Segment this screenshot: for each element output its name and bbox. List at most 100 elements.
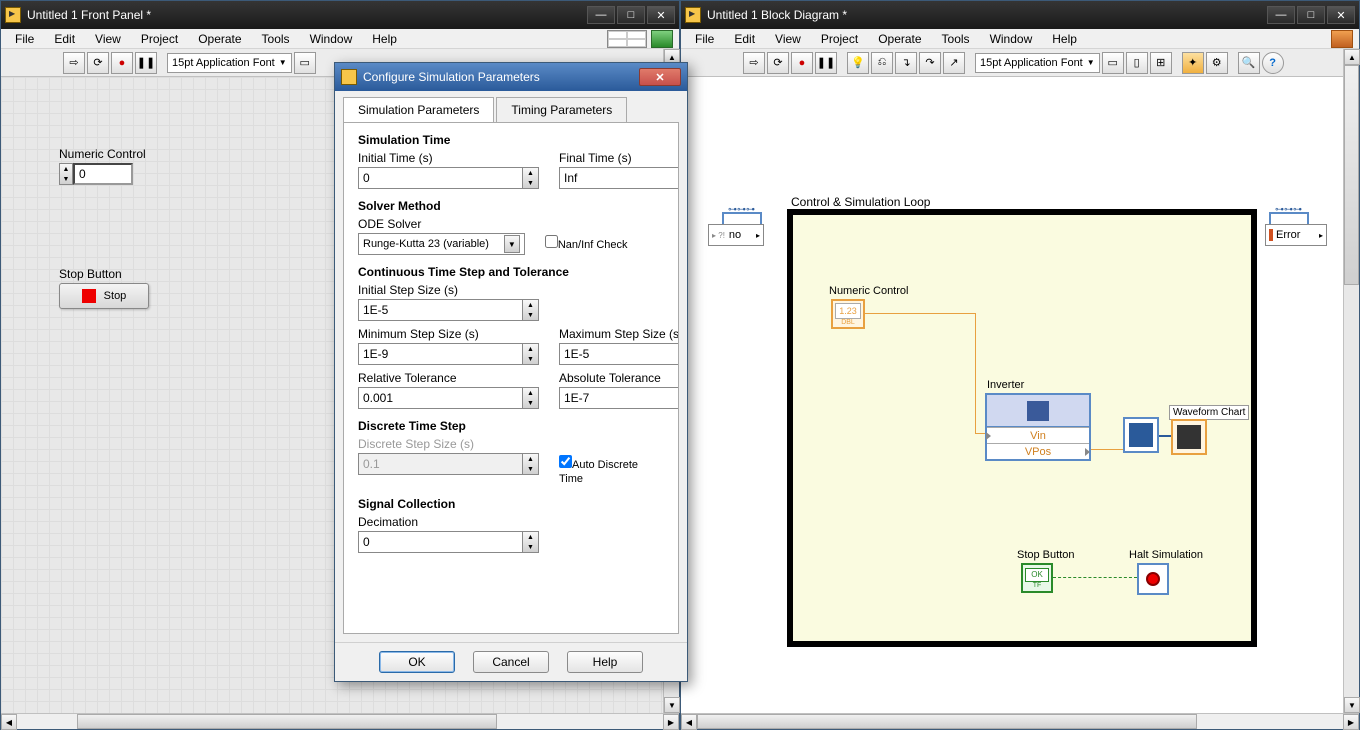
decimation-input[interactable] xyxy=(358,531,523,553)
grid-icon[interactable] xyxy=(607,30,647,48)
scroll-up-icon[interactable]: ▲ xyxy=(1344,49,1360,65)
ode-solver-select[interactable]: Runge-Kutta 23 (variable)▼ xyxy=(358,233,525,255)
scroll-left-icon[interactable]: ◀ xyxy=(1,714,17,730)
dialog-close-button[interactable]: ✕ xyxy=(639,68,681,86)
run-button[interactable]: ⇨ xyxy=(63,52,85,74)
stop-terminal[interactable]: OK TF xyxy=(1021,563,1053,593)
rel-tol-input[interactable] xyxy=(358,387,523,409)
minimize-button[interactable]: — xyxy=(1267,6,1295,24)
scroll-down-icon[interactable]: ▼ xyxy=(664,697,680,713)
font-selector[interactable]: 15pt Application Font▼ xyxy=(975,53,1100,73)
maximize-button[interactable]: □ xyxy=(1297,6,1325,24)
spinner[interactable]: ▲▼ xyxy=(523,343,539,365)
abort-button[interactable]: ● xyxy=(111,52,133,74)
inverter-vpos-port[interactable]: VPos xyxy=(987,443,1089,459)
loop-output-probe[interactable]: Error▸ xyxy=(1265,224,1327,246)
max-step-input[interactable] xyxy=(559,343,679,365)
step-out-button[interactable]: ↗ xyxy=(943,52,965,74)
menu-help[interactable]: Help xyxy=(1044,30,1085,48)
vi-icon[interactable] xyxy=(1331,30,1353,48)
step-into-button[interactable]: ↴ xyxy=(895,52,917,74)
simulation-loop[interactable]: Numeric Control 1.23 DBL Inverter Vin VP… xyxy=(787,209,1257,647)
step-over-button[interactable]: ↷ xyxy=(919,52,941,74)
loop-input-probe[interactable]: ▸ ?!no▸ xyxy=(708,224,764,246)
font-selector[interactable]: 15pt Application Font▼ xyxy=(167,53,292,73)
spinner[interactable]: ▲▼ xyxy=(523,167,539,189)
initial-time-input[interactable] xyxy=(358,167,523,189)
h-scrollbar[interactable]: ◀▶ xyxy=(681,713,1359,729)
vi-icon[interactable] xyxy=(651,30,673,48)
search-button[interactable]: 🔍 xyxy=(1238,52,1260,74)
spinner[interactable]: ▲▼ xyxy=(523,531,539,553)
final-time-input[interactable] xyxy=(559,167,679,189)
block-diagram-titlebar[interactable]: Untitled 1 Block Diagram * — □ ✕ xyxy=(681,1,1359,29)
help-button[interactable]: ? xyxy=(1262,52,1284,74)
align-button[interactable]: ▭ xyxy=(1102,52,1124,74)
pause-button[interactable]: ❚❚ xyxy=(815,52,837,74)
scroll-left-icon[interactable]: ◀ xyxy=(681,714,697,730)
align-button[interactable]: ▭ xyxy=(294,52,316,74)
menu-window[interactable]: Window xyxy=(982,30,1041,48)
menu-file[interactable]: File xyxy=(687,30,722,48)
menu-tools[interactable]: Tools xyxy=(934,30,978,48)
spin-down-icon[interactable]: ▼ xyxy=(60,174,72,184)
close-button[interactable]: ✕ xyxy=(1327,6,1355,24)
scroll-right-icon[interactable]: ▶ xyxy=(1343,714,1359,730)
initial-step-input[interactable] xyxy=(358,299,523,321)
halt-simulation-node[interactable] xyxy=(1137,563,1169,595)
menu-project[interactable]: Project xyxy=(813,30,866,48)
waveform-chart-node[interactable] xyxy=(1171,419,1207,455)
ok-button[interactable]: OK xyxy=(379,651,455,673)
menu-file[interactable]: File xyxy=(7,30,42,48)
menu-edit[interactable]: Edit xyxy=(46,30,83,48)
spinner[interactable]: ▲▼ xyxy=(523,387,539,409)
menu-window[interactable]: Window xyxy=(302,30,361,48)
dialog-titlebar[interactable]: Configure Simulation Parameters ✕ xyxy=(335,63,687,91)
help-button[interactable]: Help xyxy=(567,651,643,673)
menu-project[interactable]: Project xyxy=(133,30,186,48)
inverter-vin-port[interactable]: Vin xyxy=(987,427,1089,443)
menu-operate[interactable]: Operate xyxy=(870,30,929,48)
menu-edit[interactable]: Edit xyxy=(726,30,763,48)
scroll-down-icon[interactable]: ▼ xyxy=(1344,697,1360,713)
numeric-terminal[interactable]: 1.23 DBL xyxy=(831,299,865,329)
reorder-button[interactable]: ⊞ xyxy=(1150,52,1172,74)
abs-tol-input[interactable] xyxy=(559,387,679,409)
run-button[interactable]: ⇨ xyxy=(743,52,765,74)
naninf-checkbox[interactable]: Nan/Inf Check xyxy=(545,235,664,251)
spinner[interactable]: ▲▼ xyxy=(523,299,539,321)
min-step-input[interactable] xyxy=(358,343,523,365)
abort-button[interactable]: ● xyxy=(791,52,813,74)
v-scrollbar[interactable]: ▲▼ xyxy=(1343,49,1359,713)
h-scrollbar[interactable]: ◀▶ xyxy=(1,713,679,729)
numeric-control[interactable]: ▲▼ xyxy=(59,163,133,185)
minimize-button[interactable]: — xyxy=(587,6,615,24)
cleanup-button[interactable]: ✦ xyxy=(1182,52,1204,74)
run-continuous-button[interactable]: ⟳ xyxy=(767,52,789,74)
cleanup2-button[interactable]: ⚙ xyxy=(1206,52,1228,74)
menu-tools[interactable]: Tools xyxy=(254,30,298,48)
menu-view[interactable]: View xyxy=(767,30,809,48)
menu-view[interactable]: View xyxy=(87,30,129,48)
stop-button[interactable]: Stop xyxy=(59,283,149,309)
cancel-button[interactable]: Cancel xyxy=(473,651,549,673)
tab-timing-parameters[interactable]: Timing Parameters xyxy=(496,97,627,122)
menu-operate[interactable]: Operate xyxy=(190,30,249,48)
numeric-input[interactable] xyxy=(73,163,133,185)
run-continuous-button[interactable]: ⟳ xyxy=(87,52,109,74)
spin-up-icon[interactable]: ▲ xyxy=(60,164,72,174)
numeric-spinner[interactable]: ▲▼ xyxy=(59,163,73,185)
scroll-right-icon[interactable]: ▶ xyxy=(663,714,679,730)
distribute-button[interactable]: ▯ xyxy=(1126,52,1148,74)
menu-help[interactable]: Help xyxy=(364,30,405,48)
retain-wire-button[interactable]: ⎌ xyxy=(871,52,893,74)
close-button[interactable]: ✕ xyxy=(647,6,675,24)
pause-button[interactable]: ❚❚ xyxy=(135,52,157,74)
front-panel-titlebar[interactable]: Untitled 1 Front Panel * — □ ✕ xyxy=(1,1,679,29)
auto-discrete-checkbox[interactable]: Auto Discrete Time xyxy=(559,455,664,485)
simtime-chart-node[interactable] xyxy=(1123,417,1159,453)
maximize-button[interactable]: □ xyxy=(617,6,645,24)
highlight-exec-button[interactable]: 💡 xyxy=(847,52,869,74)
tab-simulation-parameters[interactable]: Simulation Parameters xyxy=(343,97,494,122)
inverter-node[interactable]: Vin VPos xyxy=(985,393,1091,461)
